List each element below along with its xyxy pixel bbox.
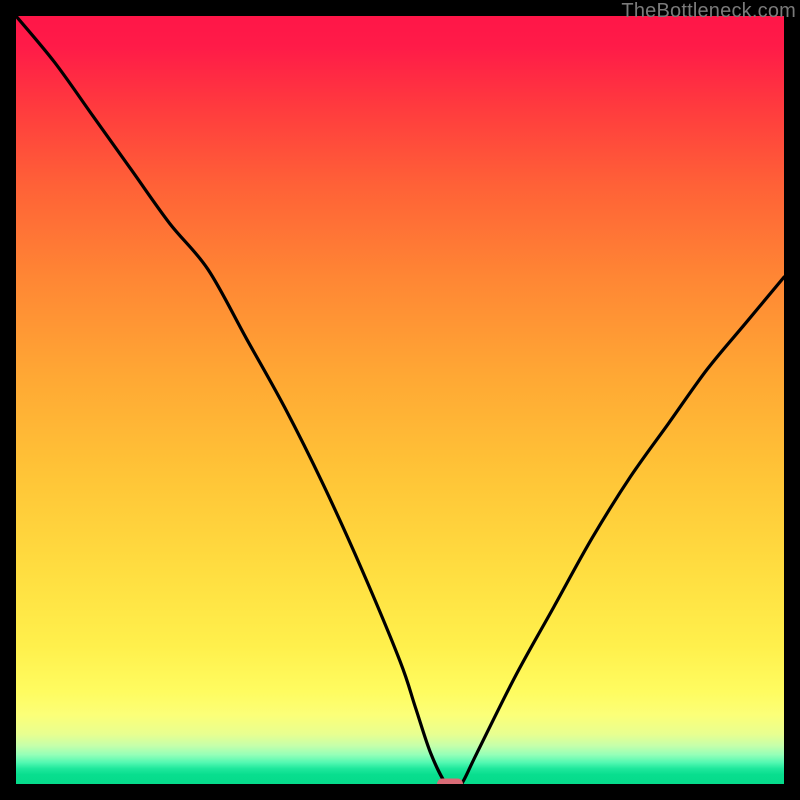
optimal-point-marker xyxy=(437,779,463,785)
plot-area xyxy=(16,16,784,784)
bottleneck-curve xyxy=(16,16,784,784)
chart-frame: TheBottleneck.com xyxy=(0,0,800,800)
watermark-text: TheBottleneck.com xyxy=(621,0,796,23)
